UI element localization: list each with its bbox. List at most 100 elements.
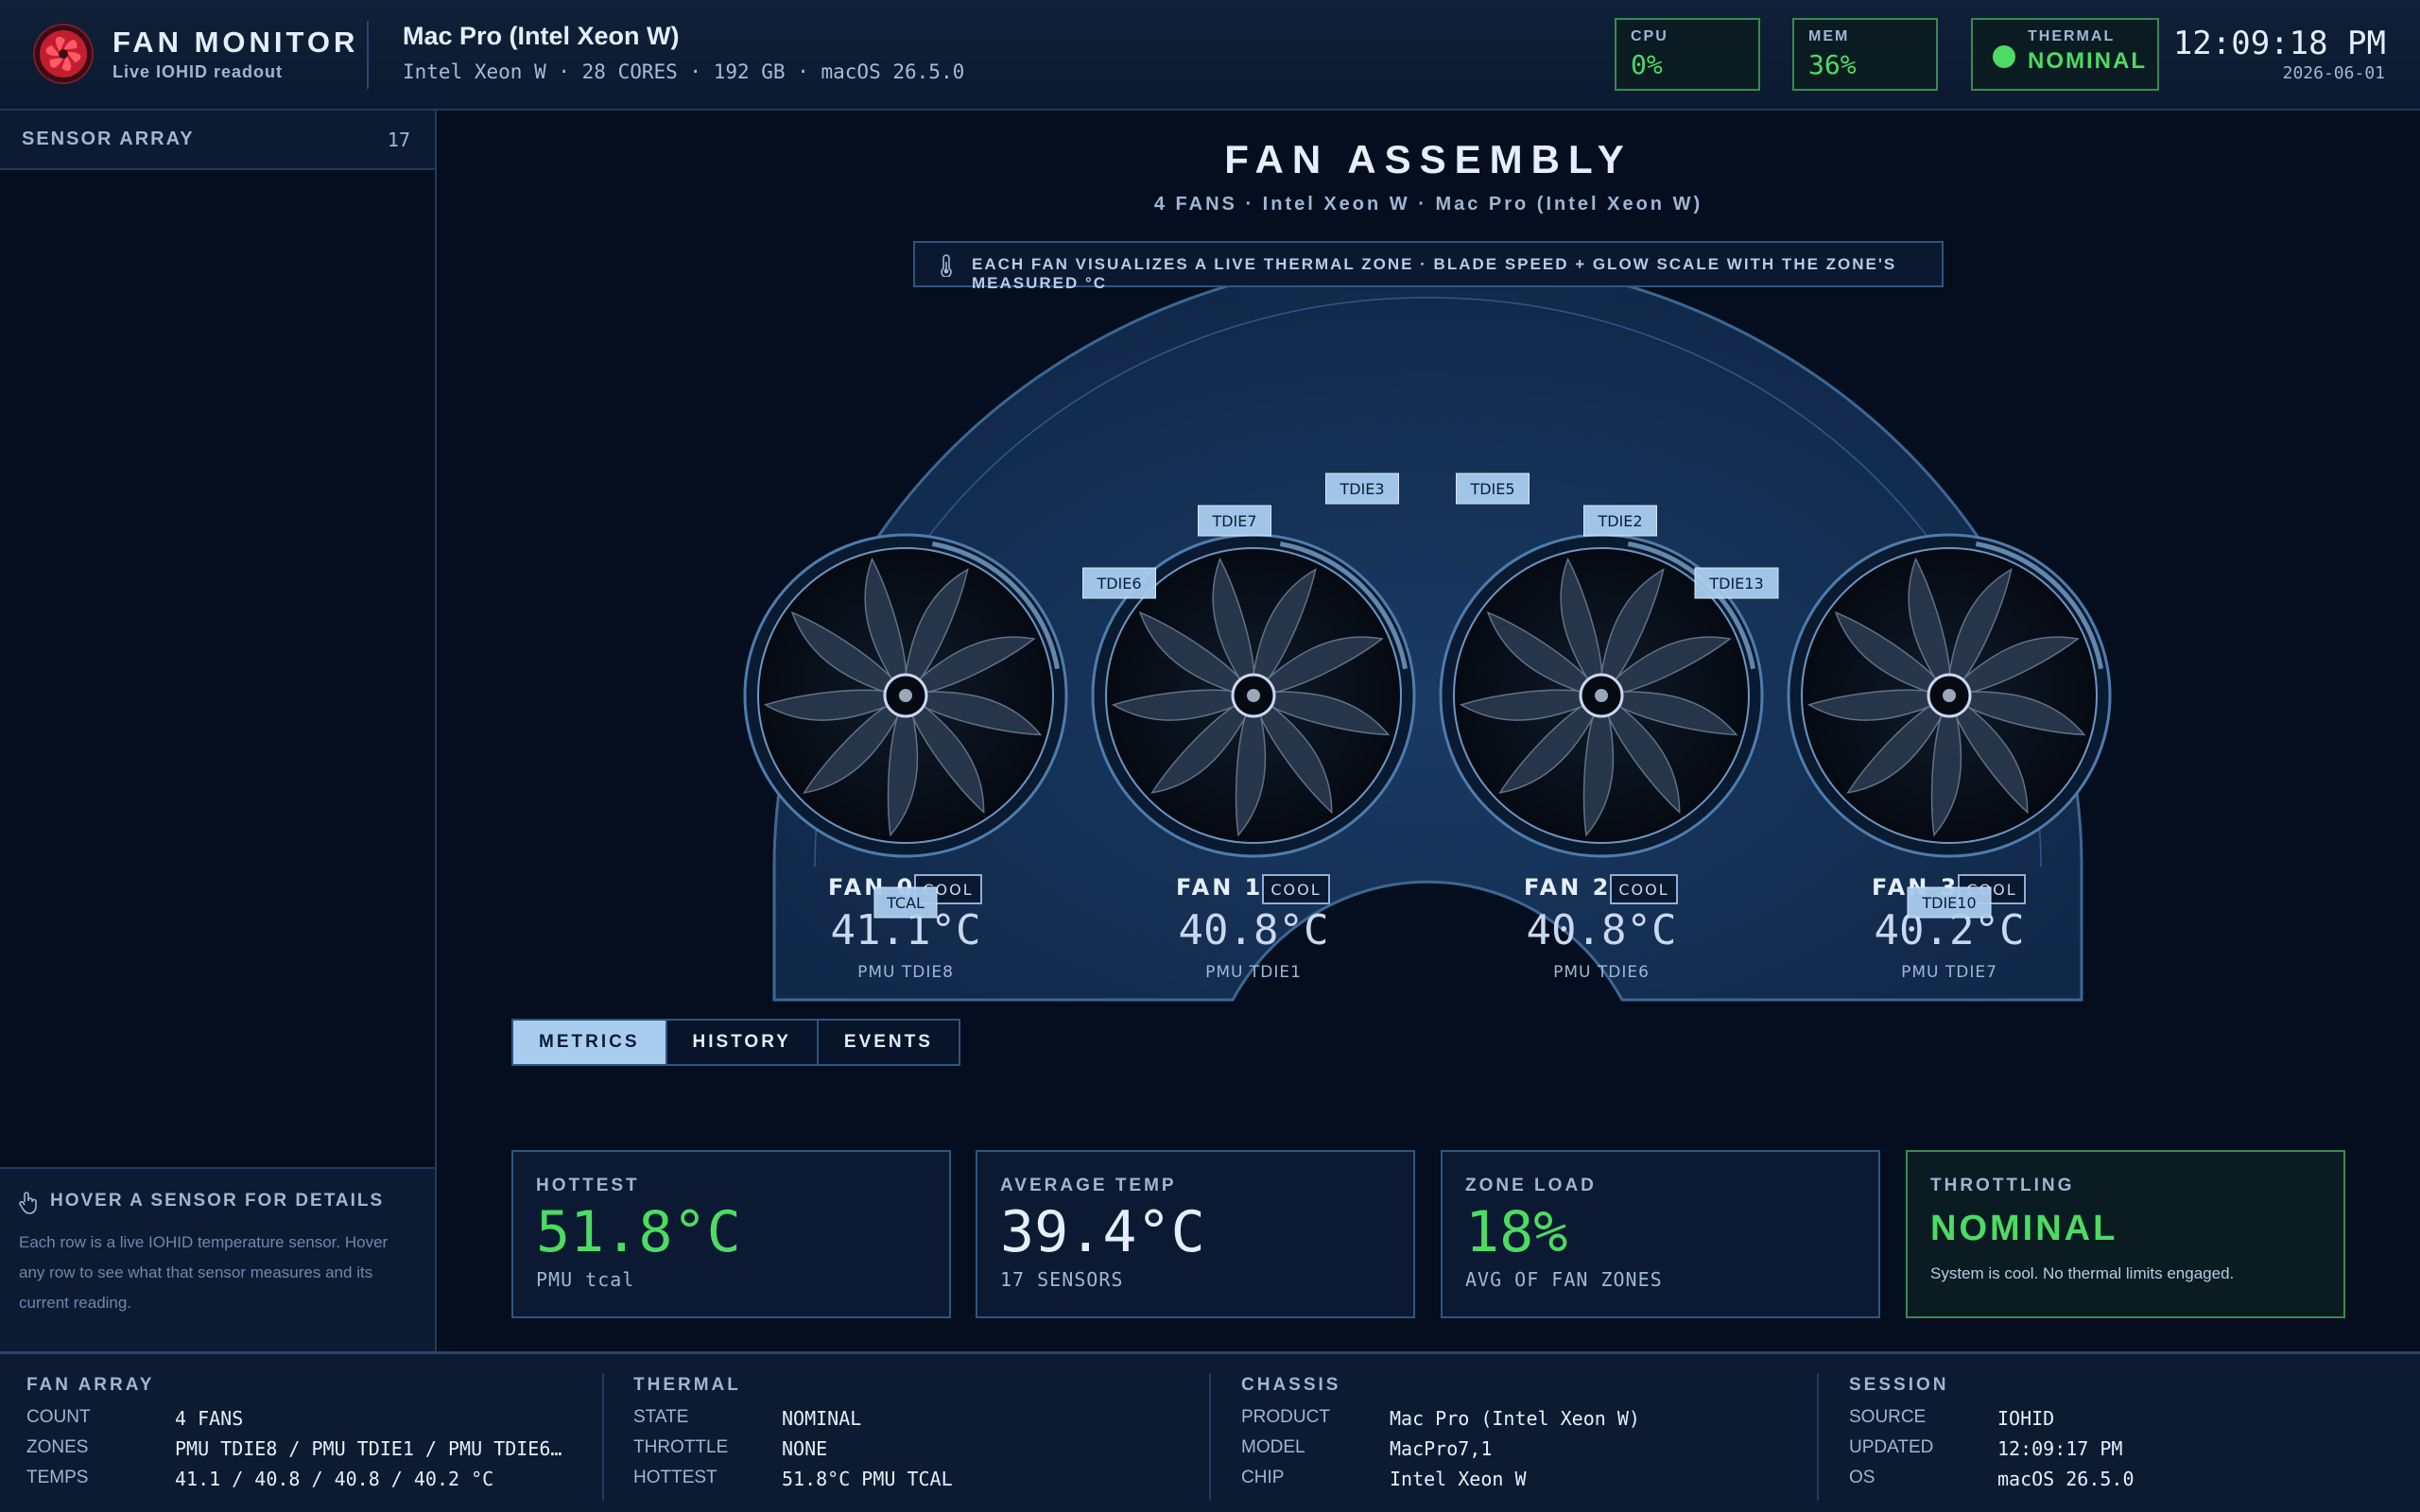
assembly-note-text: EACH FAN VISUALIZES A LIVE THERMAL ZONE … bbox=[972, 255, 1897, 292]
footer-value: 41.1 / 40.8 / 40.8 / 40.2 °C bbox=[175, 1468, 494, 1490]
thermal-value: NOMINAL bbox=[2028, 48, 2147, 74]
sensor-tag-tdie6[interactable]: TDIE6 bbox=[1082, 567, 1156, 599]
footer-value: 51.8°C PMU TCAL bbox=[782, 1468, 953, 1490]
clock-time: 12:09:18 PM bbox=[2172, 25, 2386, 62]
fan-logo-icon bbox=[33, 24, 94, 84]
fan-status-badge: COOL bbox=[1618, 881, 1668, 899]
sensor-tag-label: TDIE6 bbox=[1096, 575, 1141, 593]
fan-zone: PMU TDIE6 bbox=[1553, 963, 1650, 982]
footer-section-title: THERMAL bbox=[633, 1375, 741, 1395]
help-body: Each row is a live IOHID temperature sen… bbox=[19, 1233, 389, 1312]
sensor-tag-tdie13[interactable]: TDIE13 bbox=[1694, 567, 1779, 599]
footer-value: Intel Xeon W bbox=[1390, 1468, 1527, 1490]
fan-temp: 40.8°C bbox=[1179, 906, 1329, 954]
cpu-label: CPU bbox=[1631, 28, 1668, 44]
fan-zone: PMU TDIE7 bbox=[1901, 963, 1997, 982]
footer-section-title: SESSION bbox=[1849, 1375, 1949, 1395]
footer-thermal: THERMAL STATE NOMINAL THROTTLE NONE HOTTES… bbox=[633, 1354, 1191, 1512]
sensor-count: 17 bbox=[387, 129, 410, 151]
tab-metrics[interactable]: METRICS bbox=[513, 1021, 667, 1064]
sensor-tag-tdie5[interactable]: TDIE5 bbox=[1456, 472, 1530, 505]
sensor-tag-tdie7[interactable]: TDIE7 bbox=[1198, 505, 1271, 537]
main-panel: FAN 0 COOL 41.1°C PMU TDIE8 FAN 1 COOL 40.8°C P… bbox=[437, 111, 2420, 1351]
assembly-note: EACH FAN VISUALIZES A LIVE THERMAL ZONE … bbox=[913, 241, 1944, 292]
sidebar-header: SENSOR ARRAY 17 bbox=[0, 111, 435, 170]
footer-section-title: FAN ARRAY bbox=[26, 1375, 155, 1395]
footer-key: OS bbox=[1849, 1468, 1876, 1487]
footer-value: 4 FANS bbox=[175, 1407, 244, 1430]
footer-key: ZONES bbox=[26, 1437, 89, 1457]
footer-key: UPDATED bbox=[1849, 1437, 1934, 1457]
thermal-stat: THERMAL NOMINAL bbox=[1971, 18, 2159, 91]
machine-specs: Intel Xeon W · 28 CORES · 192 GB · macOS… bbox=[403, 60, 965, 83]
hottest-sensor: PMU tcal bbox=[536, 1268, 635, 1291]
app-subtitle: Live IOHID readout bbox=[112, 62, 284, 81]
fan-zone: PMU TDIE1 bbox=[1205, 963, 1302, 982]
throttling-label: THROTTLING bbox=[1930, 1176, 2075, 1195]
hottest-value: 51.8°C bbox=[536, 1199, 741, 1265]
footer-key: CHIP bbox=[1241, 1468, 1285, 1487]
footer-value: NOMINAL bbox=[782, 1407, 862, 1430]
average-sub: 17 SENSORS bbox=[1000, 1268, 1124, 1291]
footer-value: MacPro7,1 bbox=[1390, 1437, 1493, 1460]
load-label: ZONE LOAD bbox=[1465, 1176, 1597, 1195]
footer-key: TEMPS bbox=[26, 1468, 89, 1487]
sensor-tag-tdie10[interactable]: TDIE10 bbox=[1907, 886, 1992, 919]
throttling-card: THROTTLING NOMINAL System is cool. No th… bbox=[1906, 1150, 2345, 1318]
sensor-tag-tdie3[interactable]: TDIE3 bbox=[1325, 472, 1399, 505]
zone-load-card: ZONE LOAD 18% AVG OF FAN ZONES bbox=[1441, 1150, 1880, 1318]
footer-summary: FAN ARRAY COUNT 4 FANS ZONES PMU TDIE8 / P… bbox=[0, 1351, 2420, 1512]
cpu-stat: CPU 0% bbox=[1615, 18, 1760, 91]
sensor-tag-label: TDIE3 bbox=[1339, 480, 1384, 498]
throttling-value: NOMINAL bbox=[1930, 1209, 2118, 1248]
assembly-subtitle: 4 FANS · Intel Xeon W · Mac Pro (Intel X… bbox=[1153, 194, 1703, 215]
footer-value: NONE bbox=[782, 1437, 828, 1460]
sensor-tag-tdie2[interactable]: TDIE2 bbox=[1583, 505, 1657, 537]
tab-events[interactable]: EVENTS bbox=[818, 1021, 959, 1064]
view-tabs: METRICS HISTORY EVENTS bbox=[511, 1019, 960, 1066]
sensor-help-panel: HOVER A SENSOR FOR DETAILS Each row is a… bbox=[0, 1167, 435, 1351]
average-value: 39.4°C bbox=[1000, 1199, 1205, 1265]
assembly-title: FAN ASSEMBLY bbox=[1224, 137, 1633, 181]
sensor-tag-label: TDIE5 bbox=[1469, 480, 1514, 498]
fan-status-badge: COOL bbox=[1270, 881, 1321, 899]
footer-divider bbox=[602, 1373, 604, 1501]
sensor-list[interactable] bbox=[0, 170, 435, 1167]
status-dot-icon bbox=[1993, 45, 2015, 68]
fan-zone: PMU TDIE8 bbox=[857, 963, 954, 982]
hottest-label: HOTTEST bbox=[536, 1176, 640, 1195]
pointer-hand-icon bbox=[19, 1192, 37, 1214]
footer-key: SOURCE bbox=[1849, 1407, 1927, 1427]
footer-value: PMU TDIE8 / PMU TDIE1 / PMU TDIE6 / PMU … bbox=[175, 1437, 562, 1460]
machine-name: Mac Pro (Intel Xeon W) bbox=[403, 22, 680, 50]
mem-label: MEM bbox=[1808, 28, 1850, 44]
sensor-tag-label: TDIE2 bbox=[1597, 512, 1642, 530]
mem-value: 36% bbox=[1808, 49, 1857, 80]
fan-name: FAN 1 bbox=[1176, 874, 1263, 901]
average-label: AVERAGE TEMP bbox=[1000, 1176, 1177, 1195]
mem-stat: MEM 36% bbox=[1792, 18, 1938, 91]
footer-value: IOHID bbox=[1997, 1407, 2055, 1430]
sensor-sidebar: SENSOR ARRAY 17 HOVER A SENSOR FOR DETAI… bbox=[0, 111, 437, 1351]
footer-key: STATE bbox=[633, 1407, 689, 1427]
throttling-sub: System is cool. No thermal limits engage… bbox=[1930, 1264, 2235, 1282]
help-title: HOVER A SENSOR FOR DETAILS bbox=[50, 1191, 385, 1211]
fan-name: FAN 2 bbox=[1524, 874, 1611, 901]
clock-date: 2026-06-01 bbox=[2282, 63, 2385, 83]
load-sub: AVG OF FAN ZONES bbox=[1465, 1268, 1663, 1291]
footer-fan-array: FAN ARRAY COUNT 4 FANS ZONES PMU TDIE8 / P… bbox=[26, 1354, 584, 1512]
footer-key: THROTTLE bbox=[633, 1437, 729, 1457]
sensor-tag-tcal[interactable]: TCAL bbox=[873, 886, 938, 919]
sidebar-title: SENSOR ARRAY bbox=[22, 129, 195, 149]
load-value: 18% bbox=[1465, 1199, 1568, 1265]
footer-value: 12:09:17 PM bbox=[1997, 1437, 2123, 1460]
top-bar: FAN MONITOR Live IOHID readout Mac Pro (… bbox=[0, 0, 2420, 111]
footer-divider bbox=[1817, 1373, 1819, 1501]
footer-chassis: CHASSIS PRODUCT Mac Pro (Intel Xeon W) MO… bbox=[1241, 1354, 1799, 1512]
footer-value: Mac Pro (Intel Xeon W) bbox=[1390, 1407, 1640, 1430]
tab-history[interactable]: HISTORY bbox=[666, 1021, 819, 1064]
thermometer-icon bbox=[941, 254, 952, 277]
footer-value: macOS 26.5.0 bbox=[1997, 1468, 2135, 1490]
sensor-tag-label: TDIE10 bbox=[1921, 894, 1976, 912]
footer-divider bbox=[1209, 1373, 1211, 1501]
